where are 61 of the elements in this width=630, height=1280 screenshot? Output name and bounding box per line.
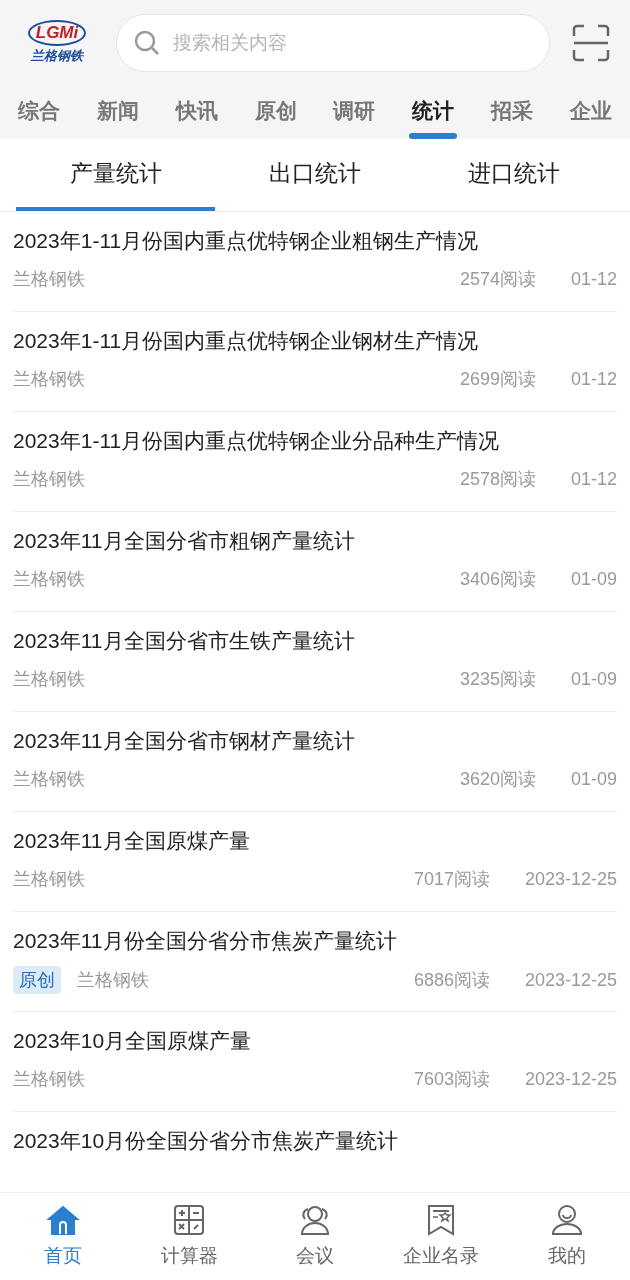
category-tab[interactable]: 统计 xyxy=(412,82,455,139)
read-count: 3235阅读 xyxy=(459,668,536,691)
category-tab[interactable]: 招采 xyxy=(491,82,534,139)
article-source: 兰格钢铁 xyxy=(13,468,85,491)
stat-tab[interactable]: 出口统计 xyxy=(215,139,415,211)
read-count: 3620阅读 xyxy=(459,768,536,791)
article-title[interactable]: 2023年11月全国分省市粗钢产量统计 xyxy=(13,526,617,556)
article-title[interactable]: 2023年1-11月份国内重点优特钢企业分品种生产情况 xyxy=(13,426,617,456)
article-title[interactable]: 2023年11月全国分省市生铁产量统计 xyxy=(13,626,617,656)
tag: 原创 xyxy=(13,966,61,994)
read-count: 7603阅读 xyxy=(413,1068,490,1091)
category-tab[interactable]: 快讯 xyxy=(175,82,218,139)
article-title[interactable]: 2023年11月份全国分省分市焦炭产量统计 xyxy=(13,926,617,956)
article-title[interactable]: 2023年10月份全国分省分市焦炭产量统计 xyxy=(13,1126,617,1156)
article-title[interactable]: 2023年11月全国原煤产量 xyxy=(13,826,617,856)
read-count: 2578阅读 xyxy=(459,468,536,491)
article-source: 兰格钢铁 xyxy=(13,1068,85,1091)
nav-item[interactable]: 企业名录 xyxy=(378,1193,504,1280)
category-tab[interactable]: 企业 xyxy=(569,82,612,139)
article-source: 兰格钢铁 xyxy=(13,268,85,291)
article-date: 2023-12-25 xyxy=(524,968,617,992)
read-count: 3406阅读 xyxy=(459,568,536,591)
article-source: 兰格钢铁 xyxy=(13,868,85,891)
category-tab[interactable]: 调研 xyxy=(333,82,376,139)
read-count: 2699阅读 xyxy=(459,368,536,391)
article-title[interactable]: 2023年11月全国分省市钢材产量统计 xyxy=(13,726,617,756)
scan-icon[interactable] xyxy=(572,24,610,62)
stat-tab[interactable]: 进口统计 xyxy=(414,139,614,211)
article-date: 01-12 xyxy=(570,368,617,391)
article-title[interactable]: 2023年1-11月份国内重点优特钢企业粗钢生产情况 xyxy=(13,226,617,256)
article-source: 兰格钢铁 xyxy=(13,768,85,791)
category-tab[interactable]: 新闻 xyxy=(96,82,139,139)
article-date: 01-09 xyxy=(570,668,617,691)
article-date: 2023-12-25 xyxy=(524,1068,617,1091)
logo-mark: LGMi xyxy=(27,20,87,46)
article-date: 01-12 xyxy=(570,468,617,491)
article-source: 兰格钢铁 xyxy=(13,368,85,391)
logo-name: 兰格钢铁 xyxy=(31,47,83,65)
nav-item[interactable]: 首页 xyxy=(0,1193,126,1280)
article-title[interactable]: 2023年10月全国原煤产量 xyxy=(13,1026,617,1056)
search-bar[interactable]: 搜索相关内容 xyxy=(116,14,550,72)
article-date: 01-09 xyxy=(570,768,617,791)
article-date: 01-12 xyxy=(570,268,617,291)
read-count: 6886阅读 xyxy=(413,968,490,992)
category-tab[interactable]: 原创 xyxy=(254,82,297,139)
read-count: 7017阅读 xyxy=(413,868,490,891)
search-field[interactable]: 搜索相关内容 xyxy=(173,28,533,58)
article-source: 兰格钢铁 xyxy=(13,668,85,691)
article-date: 2023-12-25 xyxy=(524,868,617,891)
nav-item[interactable]: 计算器 xyxy=(126,1193,252,1280)
article-date: 01-09 xyxy=(570,568,617,591)
article-source: 兰格钢铁 xyxy=(77,968,149,992)
search-icon xyxy=(133,29,161,57)
nav-item[interactable]: 会议 xyxy=(252,1193,378,1280)
category-tab[interactable]: 综合 xyxy=(18,82,60,139)
article-source: 兰格钢铁 xyxy=(13,568,85,591)
nav-item[interactable]: 我的 xyxy=(504,1193,630,1280)
tab-indicator xyxy=(409,133,458,139)
read-count: 2574阅读 xyxy=(459,268,536,291)
article-title[interactable]: 2023年1-11月份国内重点优特钢企业钢材生产情况 xyxy=(13,326,617,356)
stat-tab[interactable]: 产量统计 xyxy=(16,139,216,211)
